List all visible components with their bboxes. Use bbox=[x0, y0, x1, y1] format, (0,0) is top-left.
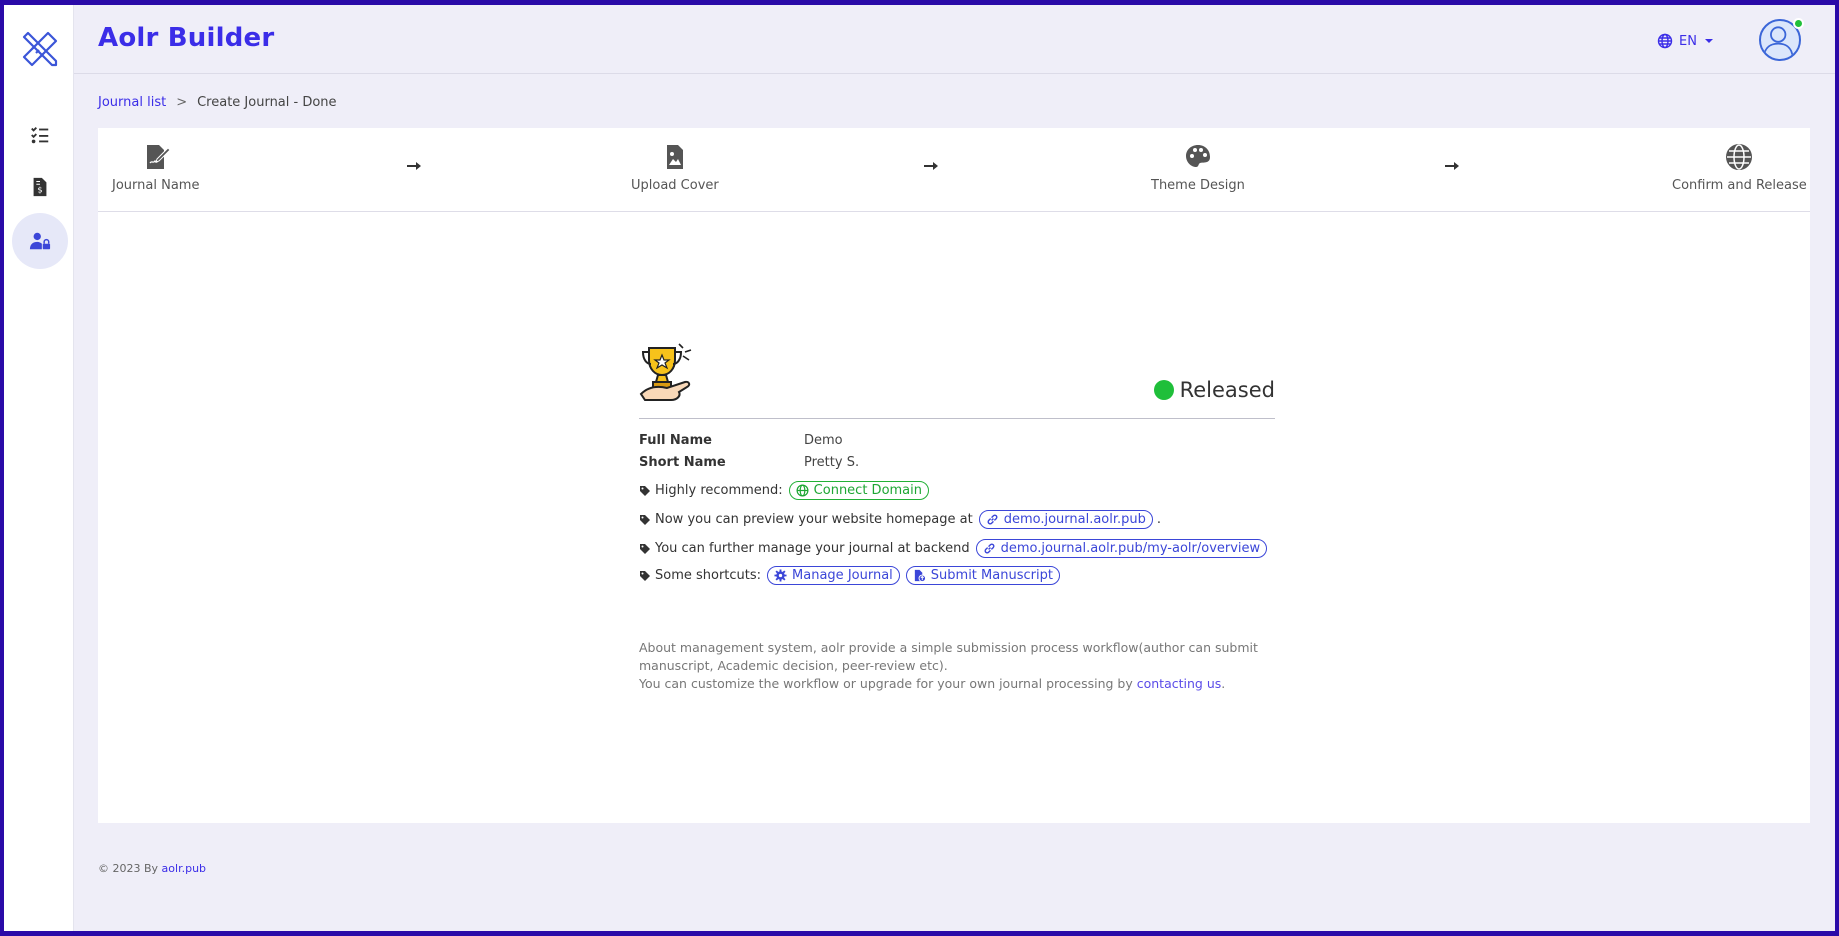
app-window: $ Aolr Builder EN Journal list > Create … bbox=[4, 5, 1835, 931]
short-name-value: Pretty S. bbox=[804, 455, 860, 470]
list-check-icon bbox=[31, 127, 49, 144]
step-confirm-release[interactable]: Confirm and Release bbox=[1672, 142, 1807, 193]
manage-text: You can further manage your journal at b… bbox=[655, 541, 970, 556]
svg-text:$: $ bbox=[37, 185, 42, 195]
globe-icon bbox=[1726, 144, 1753, 170]
chevron-down-icon bbox=[1705, 39, 1713, 43]
full-name-row: Full Name Demo bbox=[639, 433, 843, 448]
connect-domain-label: Connect Domain bbox=[813, 483, 923, 498]
full-name-value: Demo bbox=[804, 433, 843, 448]
file-image-icon bbox=[666, 145, 683, 169]
globe-icon bbox=[796, 484, 809, 497]
result-card: Released Full Name Demo Short Name Prett… bbox=[98, 212, 1810, 823]
submit-manuscript-button[interactable]: Submit Manuscript bbox=[905, 566, 1060, 585]
preview-suffix: . bbox=[1156, 512, 1162, 527]
breadcrumb-current: Create Journal - Done bbox=[197, 95, 337, 110]
top-header: Aolr Builder EN bbox=[74, 5, 1835, 74]
file-signature-icon bbox=[146, 145, 171, 169]
arrow-right-icon bbox=[407, 162, 421, 170]
gear-icon bbox=[774, 569, 787, 582]
note-end: . bbox=[1221, 676, 1226, 691]
palette-icon bbox=[1185, 145, 1210, 167]
contact-us-link[interactable]: contacting us bbox=[1137, 676, 1222, 691]
short-name-label: Short Name bbox=[639, 455, 726, 470]
connect-domain-button[interactable]: Connect Domain bbox=[788, 481, 930, 500]
manage-journal-button[interactable]: Manage Journal bbox=[767, 566, 900, 585]
globe-icon bbox=[1657, 33, 1673, 49]
status-label: Released bbox=[1179, 378, 1275, 402]
footer-text: © 2023 By bbox=[98, 862, 159, 875]
step-label: Journal Name bbox=[112, 178, 200, 193]
language-selector[interactable]: EN bbox=[1657, 33, 1713, 49]
footer: © 2023 By aolr.pub bbox=[98, 862, 206, 875]
manage-journal-label: Manage Journal bbox=[792, 568, 893, 583]
tag-icon bbox=[640, 570, 650, 581]
trophy-icon bbox=[639, 343, 692, 401]
breadcrumb-journal-list[interactable]: Journal list bbox=[98, 95, 166, 110]
full-name-label: Full Name bbox=[639, 433, 712, 448]
app-title: Aolr Builder bbox=[98, 23, 275, 53]
file-invoice-dollar-icon: $ bbox=[33, 177, 47, 197]
recommend-text: Highly recommend: bbox=[655, 483, 783, 498]
short-name-row: Short Name Pretty S. bbox=[639, 455, 859, 470]
sidebar: $ bbox=[4, 5, 74, 931]
shortcuts-text: Some shortcuts: bbox=[655, 568, 762, 583]
user-lock-icon bbox=[29, 232, 51, 250]
status-dot bbox=[1153, 380, 1174, 400]
backend-link[interactable]: demo.journal.aolr.pub/my-aolr/overview bbox=[975, 539, 1268, 558]
manage-line: You can further manage your journal at b… bbox=[639, 539, 1268, 558]
shortcuts-line: Some shortcuts: Manage Journal Submit Ma… bbox=[639, 566, 1060, 585]
breadcrumb: Journal list > Create Journal - Done bbox=[98, 95, 337, 110]
preview-line: Now you can preview your website homepag… bbox=[639, 510, 1161, 529]
management-note: About management system, aolr provide a … bbox=[639, 639, 1279, 693]
link-icon bbox=[987, 514, 998, 525]
steps-bar: Journal Name Upload Cover Theme Design C… bbox=[98, 128, 1810, 212]
sidebar-item-invoice[interactable]: $ bbox=[12, 159, 68, 215]
note-line-1: About management system, aolr provide a … bbox=[639, 640, 1258, 673]
preview-link[interactable]: demo.journal.aolr.pub bbox=[978, 510, 1153, 529]
divider bbox=[639, 418, 1275, 419]
arrow-right-icon bbox=[1445, 162, 1459, 170]
recommend-line: Highly recommend: Connect Domain bbox=[639, 481, 930, 500]
step-label: Confirm and Release bbox=[1672, 178, 1807, 193]
backend-link-label: demo.journal.aolr.pub/my-aolr/overview bbox=[1000, 541, 1261, 556]
step-upload-cover[interactable]: Upload Cover bbox=[631, 142, 719, 193]
tag-icon bbox=[640, 543, 650, 554]
step-journal-name[interactable]: Journal Name bbox=[112, 142, 199, 193]
arrow-right-icon bbox=[924, 162, 938, 170]
status-badge: Released bbox=[1153, 378, 1275, 402]
step-label: Theme Design bbox=[1151, 178, 1245, 193]
sidebar-item-user-lock[interactable] bbox=[12, 213, 68, 269]
breadcrumb-separator: > bbox=[176, 95, 188, 110]
sidebar-item-task-list[interactable] bbox=[12, 107, 68, 163]
link-icon bbox=[984, 543, 994, 554]
submit-manuscript-label: Submit Manuscript bbox=[930, 568, 1053, 583]
note-line-2-text: You can customize the workflow or upgrad… bbox=[639, 676, 1133, 691]
tag-icon bbox=[640, 485, 650, 496]
online-status-dot bbox=[1793, 18, 1804, 29]
pencil-ruler-icon[interactable] bbox=[18, 27, 62, 71]
preview-link-label: demo.journal.aolr.pub bbox=[1003, 512, 1146, 527]
footer-link[interactable]: aolr.pub bbox=[162, 862, 206, 875]
language-label: EN bbox=[1679, 33, 1697, 49]
file-upload-icon bbox=[914, 569, 926, 582]
step-label: Upload Cover bbox=[631, 178, 719, 193]
tag-icon bbox=[640, 514, 650, 525]
note-line-2: You can customize the workflow or upgrad… bbox=[639, 675, 1279, 693]
step-theme-design[interactable]: Theme Design bbox=[1151, 142, 1245, 193]
preview-text: Now you can preview your website homepag… bbox=[655, 512, 973, 527]
